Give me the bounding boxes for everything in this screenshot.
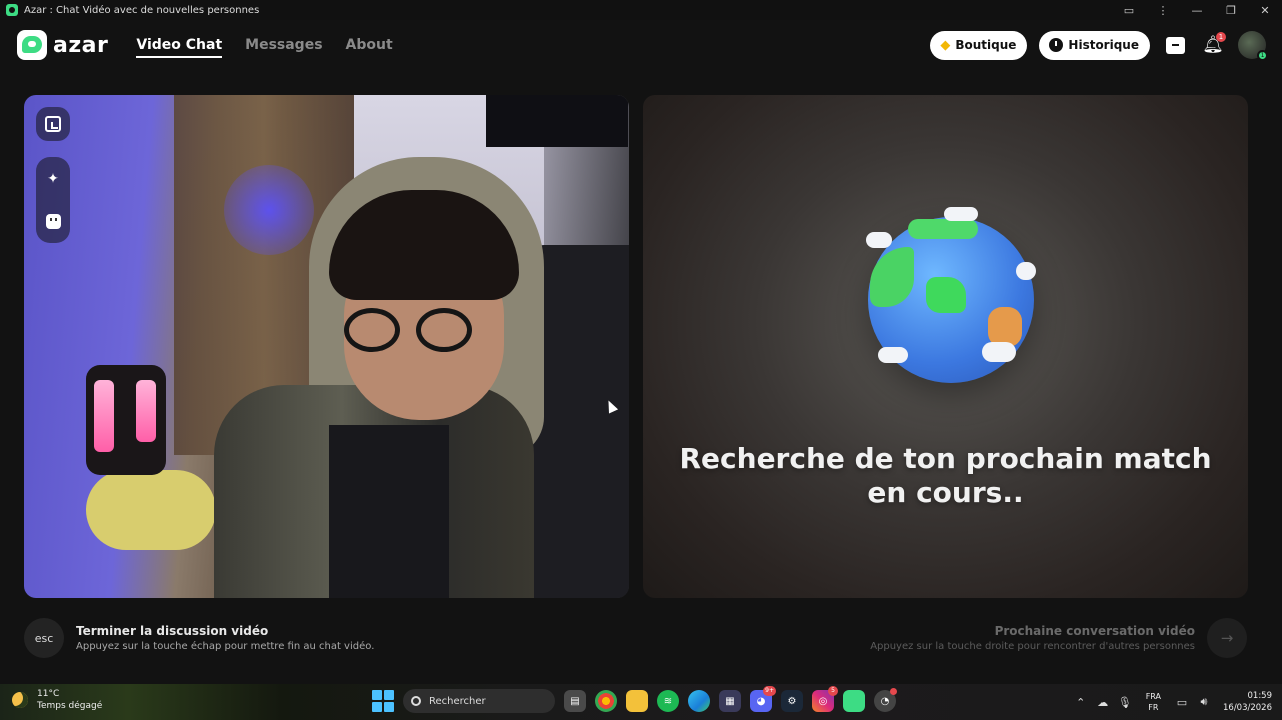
edge-icon[interactable] (688, 690, 710, 712)
close-button[interactable]: ✕ (1248, 0, 1282, 20)
window-controls: ▭ ⋮ — ❐ ✕ (1112, 0, 1282, 20)
avatar[interactable]: 1 (1238, 31, 1268, 61)
azar-logo[interactable]: azar (17, 30, 108, 60)
chat-controls: esc Terminer la discussion vidéo Appuyez… (0, 612, 1282, 668)
arrow-right-icon: → (1220, 629, 1234, 647)
searching-line-2: en cours.. (867, 476, 1024, 509)
volume-icon[interactable]: 🔊︎ (1193, 695, 1215, 709)
moon-icon (12, 692, 28, 708)
face-sticker-icon[interactable] (45, 214, 61, 230)
weather-temperature: 11°C (37, 689, 60, 699)
next-chat-button[interactable]: → (1207, 618, 1247, 658)
language-primary: FRA (1145, 692, 1161, 701)
file-explorer-icon[interactable] (626, 690, 648, 712)
shrink-icon (45, 116, 61, 132)
globe-icon (856, 207, 1041, 392)
boutique-label: Boutique (955, 38, 1017, 52)
taskbar-date: 16/03/2026 (1223, 703, 1272, 713)
taskbar-apps: Rechercher ▤ ≋ ▦ ◕ 9+ ⚙ ◎ 5 ◔ (372, 686, 897, 713)
logo-text: azar (53, 32, 109, 58)
microphone-light (136, 380, 156, 442)
taskbar-search[interactable]: Rechercher (403, 689, 555, 713)
clock-app-icon[interactable]: ◔ (874, 688, 897, 712)
person-glasses (344, 308, 474, 352)
chevron-up-icon[interactable]: ⌃ (1070, 696, 1092, 709)
boutique-button[interactable]: ◆ Boutique (930, 30, 1028, 60)
search-icon (411, 696, 421, 706)
minimize-video-button[interactable] (36, 107, 70, 141)
instagram-badge: 5 (828, 686, 838, 696)
archive-box-icon (1165, 36, 1185, 54)
magic-wand-icon[interactable]: ✦ (47, 171, 59, 187)
azar-app-icon (6, 4, 18, 16)
historique-label: Historique (1068, 38, 1139, 52)
inbox-button[interactable] (1162, 32, 1188, 58)
notification-badge: 1 (1216, 32, 1226, 42)
header-actions: ◆ Boutique Historique 🔔︎ 1 1 (930, 30, 1268, 61)
system-tray: ⌃ ☁ 🎙︎ FRA FR ▭ 🔊︎ 01:59 16/03/2026 (1070, 684, 1282, 720)
background-monitor (486, 95, 628, 147)
end-chat-subtitle: Appuyez sur la touche échap pour mettre … (76, 641, 375, 652)
gem-icon: ◆ (940, 37, 951, 53)
windows-taskbar: 11°C Temps dégagé Rechercher ▤ ≋ ▦ ◕ 9+ … (0, 684, 1282, 720)
discord-icon[interactable]: ◕ 9+ (750, 686, 776, 712)
more-options-icon[interactable]: ⋮ (1146, 0, 1180, 20)
taskbar-search-label: Rechercher (429, 695, 486, 707)
avatar-badge: 1 (1257, 50, 1268, 61)
spotify-icon[interactable]: ≋ (657, 690, 679, 712)
microsoft-store-icon[interactable]: ▦ (719, 690, 741, 712)
azar-logo-icon (17, 30, 47, 60)
searching-line-1: Recherche de ton prochain match (679, 442, 1212, 475)
notifications-button[interactable]: 🔔︎ 1 (1200, 32, 1226, 58)
next-chat-title: Prochaine conversation vidéo (994, 624, 1195, 638)
microphone-icon[interactable]: 🎙︎ (1114, 696, 1136, 709)
person-shirt (329, 425, 449, 598)
weather-condition: Temps dégagé (37, 701, 103, 711)
taskbar-time: 01:59 (1247, 691, 1273, 701)
instagram-icon[interactable]: ◎ 5 (812, 686, 838, 712)
pillow (86, 470, 216, 550)
network-icon[interactable]: ▭ (1171, 696, 1193, 709)
discord-badge: 9+ (763, 686, 776, 696)
app-header: azar Video Chat Messages About ◆ Boutiqu… (0, 22, 1282, 68)
tab-video-chat[interactable]: Video Chat (136, 31, 222, 59)
window-title: Azar : Chat Vidéo avec de nouvelles pers… (24, 4, 260, 16)
windows-start-icon[interactable] (372, 690, 394, 712)
cloud-icon[interactable]: ☁ (1092, 696, 1114, 709)
tab-messages[interactable]: Messages (245, 31, 322, 59)
clock-icon (1049, 38, 1064, 52)
steam-icon[interactable]: ⚙ (781, 690, 803, 712)
window-titlebar: Azar : Chat Vidéo avec de nouvelles pers… (0, 0, 1282, 20)
language-secondary: FR (1148, 703, 1159, 712)
azar-taskbar-icon[interactable] (843, 690, 865, 712)
self-video-panel: ✦ (24, 95, 629, 598)
cast-icon[interactable]: ▭ (1112, 0, 1146, 20)
effects-toolbar: ✦ (36, 157, 70, 243)
maximize-button[interactable]: ❐ (1214, 0, 1248, 20)
searching-message: Recherche de ton prochain match en cours… (643, 442, 1248, 510)
end-chat-button[interactable]: esc (24, 618, 64, 658)
background-light (224, 165, 314, 255)
task-view-icon[interactable]: ▤ (564, 690, 586, 712)
tab-about[interactable]: About (346, 31, 393, 59)
taskbar-clock[interactable]: 01:59 16/03/2026 (1223, 690, 1272, 714)
main-nav: Video Chat Messages About (136, 31, 393, 59)
partner-video-panel: Recherche de ton prochain match en cours… (643, 95, 1248, 598)
minimize-button[interactable]: — (1180, 0, 1214, 20)
microphone-light (94, 380, 114, 452)
status-dot (890, 688, 897, 695)
language-indicator[interactable]: FRA FR (1146, 691, 1161, 713)
historique-button[interactable]: Historique (1039, 30, 1150, 60)
next-chat-subtitle: Appuyez sur la touche droite pour rencon… (870, 641, 1195, 652)
chrome-icon[interactable] (595, 690, 617, 712)
end-chat-title: Terminer la discussion vidéo (76, 624, 269, 638)
weather-widget[interactable]: 11°C Temps dégagé (12, 688, 102, 712)
